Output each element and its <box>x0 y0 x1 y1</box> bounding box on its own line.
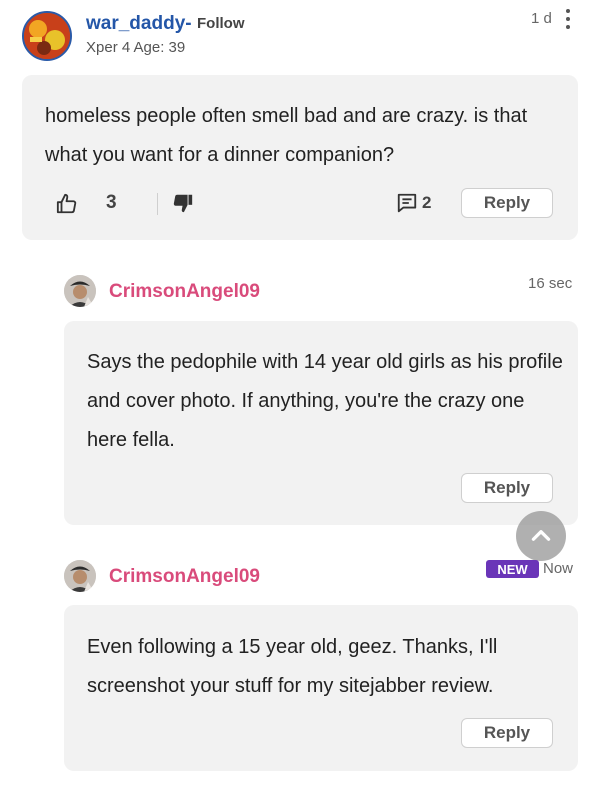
thumbs-up-icon[interactable] <box>56 193 78 215</box>
chevron-up-icon <box>531 530 551 541</box>
comment-icon[interactable] <box>396 192 418 214</box>
thumbs-down-icon[interactable] <box>172 192 194 214</box>
reply-button[interactable]: Reply <box>461 188 553 218</box>
username[interactable]: war_daddy- <box>86 13 192 35</box>
reply-button[interactable]: Reply <box>461 473 553 503</box>
reply-count: 2 <box>422 193 432 212</box>
comment-text: homeless people often smell bad and are … <box>45 105 528 166</box>
reply-button[interactable]: Reply <box>461 718 553 748</box>
avatar[interactable] <box>64 275 96 307</box>
timestamp: Now <box>543 560 574 577</box>
user-meta: Xper 4 Age: 39 <box>86 39 186 56</box>
new-badge: NEW <box>486 560 539 578</box>
divider <box>157 193 158 215</box>
avatar[interactable] <box>64 560 96 592</box>
scroll-to-top-button[interactable] <box>516 511 566 561</box>
more-vertical-icon[interactable] <box>564 9 572 29</box>
avatar[interactable] <box>22 11 72 61</box>
username[interactable]: CrimsonAngel09 <box>109 566 260 588</box>
comment-text: Even following a 15 year old, geez. Than… <box>87 636 498 697</box>
timestamp: 16 sec <box>528 275 573 292</box>
follow-button[interactable]: Follow <box>197 15 245 32</box>
upvote-count: 3 <box>106 192 117 213</box>
username[interactable]: CrimsonAngel09 <box>109 281 260 303</box>
timestamp: 1 d <box>531 10 552 27</box>
comment-text: Says the pedophile with 14 year old girl… <box>87 351 563 451</box>
